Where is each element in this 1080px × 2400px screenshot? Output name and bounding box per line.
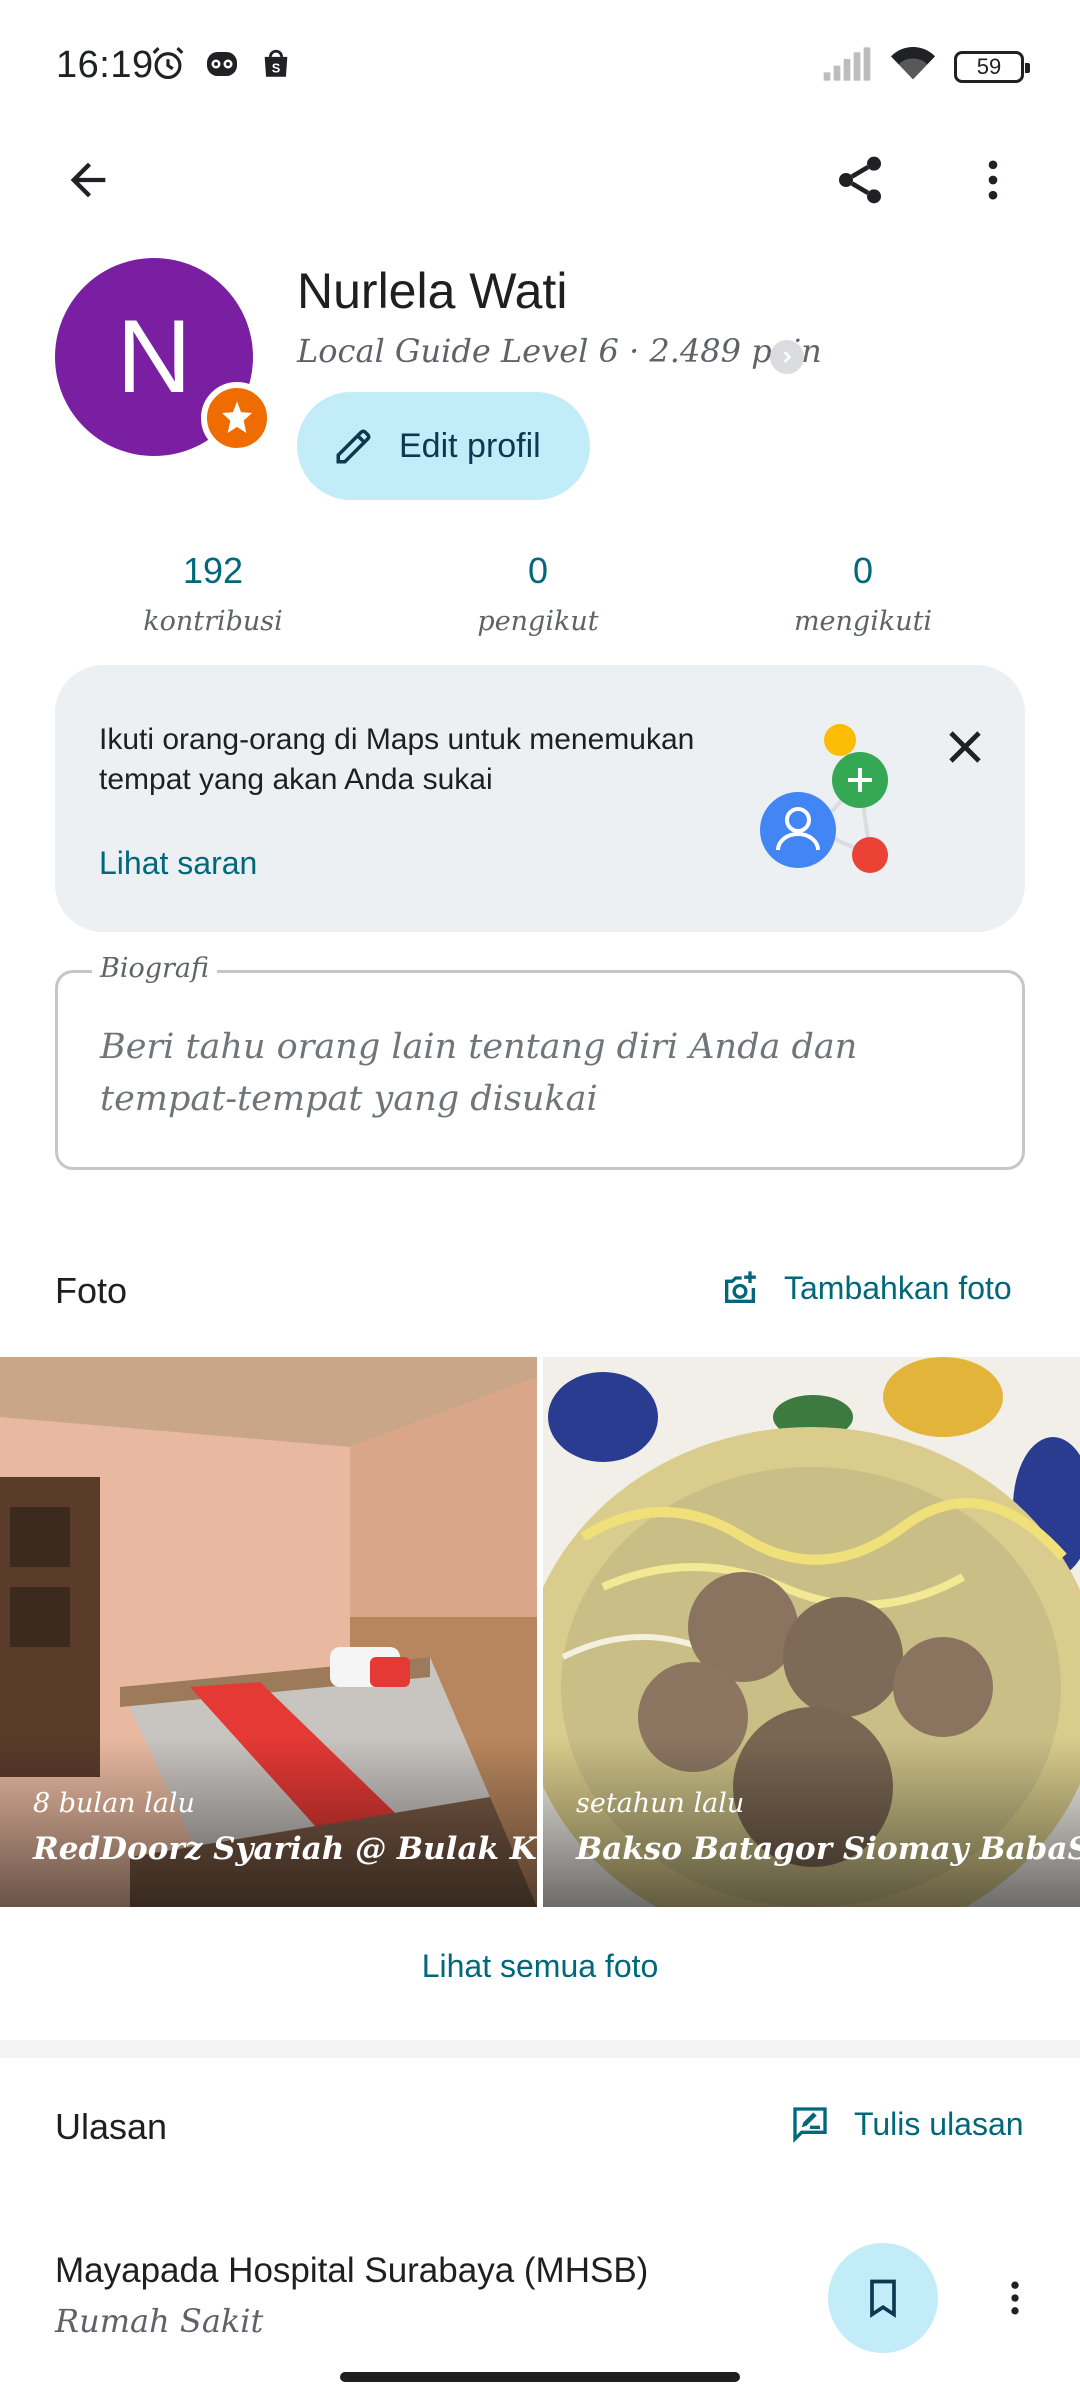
rate-review-icon [793, 2107, 827, 2144]
stat-label: pengikut [477, 606, 599, 637]
more-vert-icon [1011, 2281, 1019, 2315]
photo-place: RedDoorz Syariah @ Bulak Kapal [33, 1831, 537, 1867]
edit-profile-button[interactable]: Edit profil [297, 392, 590, 500]
signal-icon [822, 47, 872, 86]
add-photo-button[interactable]: Tambahkan foto [720, 1268, 1012, 1308]
svg-text:S: S [272, 61, 281, 76]
close-icon [949, 731, 981, 763]
profile-stats: 192 kontribusi 0 pengikut 0 mengikuti [0, 550, 1080, 660]
reviews-section-title: Ulasan [55, 2106, 168, 2147]
add-photo-label: Tambahkan foto [784, 1269, 1012, 1306]
stat-value: 0 [527, 550, 549, 591]
write-review-label: Tulis ulasan [854, 2105, 1024, 2142]
write-review-button[interactable]: Tulis ulasan [790, 2104, 1024, 2144]
review-more-button[interactable] [985, 2258, 1045, 2338]
back-button[interactable] [48, 140, 128, 220]
stat-followers[interactable]: 0 pengikut [418, 550, 658, 637]
wifi-icon [890, 46, 936, 87]
add-photo-icon [725, 1271, 756, 1303]
close-card-button[interactable] [923, 705, 1007, 789]
profile-name: Nurlela Wati [297, 263, 568, 319]
biography-label: Biografi [92, 953, 218, 984]
alarm-icon [148, 44, 188, 84]
photo-place: Bakso Batagor Siomay BabaSyi'ra [576, 1831, 1080, 1867]
see-all-photos-link[interactable]: Lihat semua foto [0, 1948, 1080, 1985]
shopping-bag-icon: S [256, 44, 296, 84]
stat-value: 192 [182, 550, 244, 591]
stat-following[interactable]: 0 mengikuti [743, 550, 983, 637]
photo-card[interactable]: 8 bulan lalu RedDoorz Syariah @ Bulak Ka… [0, 1357, 537, 1907]
status-system-icons: 59 [822, 46, 1030, 87]
see-suggestions-link[interactable]: Lihat saran [99, 845, 257, 882]
bookmark-icon [870, 2279, 896, 2318]
photo-time: 8 bulan lalu [33, 1788, 195, 1819]
suggestion-text: Ikuti orang-orang di Maps untuk menemuka… [99, 723, 695, 796]
share-icon [839, 156, 881, 204]
photo-time: setahun lalu [576, 1788, 745, 1819]
stat-contributions[interactable]: 192 kontribusi [93, 550, 333, 637]
pencil-icon [336, 429, 371, 464]
gesture-navigation-bar[interactable] [340, 2372, 740, 2382]
edit-profile-label: Edit profil [399, 426, 541, 465]
photo-caption-shade [543, 1737, 1080, 1907]
status-time: 16:19 [56, 44, 154, 86]
stat-label: kontribusi [143, 606, 283, 637]
owl-app-icon [202, 44, 242, 84]
status-notification-icons: S [148, 44, 296, 84]
review-place-category: Rumah Sakit [55, 2302, 264, 2340]
follow-suggestion-card: Ikuti orang-orang di Maps untuk menemuka… [55, 665, 1025, 932]
status-bar: 16:19 S 59 [0, 0, 1080, 130]
more-vert-icon [988, 160, 998, 200]
back-arrow-icon [70, 162, 106, 198]
biography-field[interactable]: Biografi Beri tahu orang lain tentang di… [55, 953, 1025, 1170]
biography-placeholder: Beri tahu orang lain tentang diri Anda d… [100, 1027, 858, 1119]
more-options-button[interactable] [953, 140, 1033, 220]
local-guide-level[interactable]: Local Guide Level 6 · 2.489 poin [297, 332, 822, 370]
section-divider [0, 2040, 1080, 2058]
stat-label: mengikuti [793, 606, 933, 637]
local-guide-badge-icon [201, 382, 273, 454]
top-app-bar [0, 130, 1080, 230]
chevron-right-icon[interactable] [770, 340, 804, 374]
photos-section-title: Foto [55, 1270, 128, 1311]
battery-icon: 59 [954, 50, 1030, 83]
photo-strip: 8 bulan lalu RedDoorz Syariah @ Bulak Ka… [0, 1357, 1080, 1907]
photo-caption-shade [0, 1737, 537, 1907]
share-button[interactable] [820, 140, 900, 220]
review-place-name[interactable]: Mayapada Hospital Surabaya (MHSB) [55, 2251, 648, 2291]
stat-value: 0 [852, 550, 874, 591]
save-place-button[interactable] [828, 2243, 938, 2353]
photo-card[interactable]: setahun lalu Bakso Batagor Siomay BabaSy… [543, 1357, 1080, 1907]
